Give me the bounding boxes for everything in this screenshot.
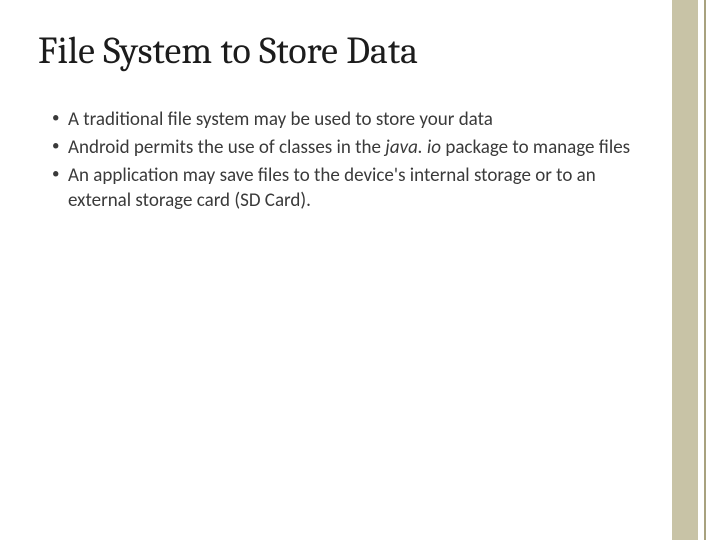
bullet-text-post: package to manage files [441, 136, 630, 159]
list-item: Android permits the use of classes in th… [52, 136, 650, 160]
list-item: A traditional file system may be used to… [52, 108, 650, 132]
bullet-list: A traditional file system may be used to… [38, 108, 650, 213]
bullet-text: A traditional file system may be used to… [68, 108, 493, 131]
list-item: An application may save files to the dev… [52, 164, 650, 213]
slide: File System to Store Data A traditional … [0, 0, 720, 540]
bullet-em: java. io [385, 136, 441, 159]
bullet-text: An application may save files to the dev… [68, 164, 596, 211]
bullet-text: Android permits the use of classes in th… [68, 136, 385, 159]
slide-title: File System to Store Data [38, 30, 650, 74]
